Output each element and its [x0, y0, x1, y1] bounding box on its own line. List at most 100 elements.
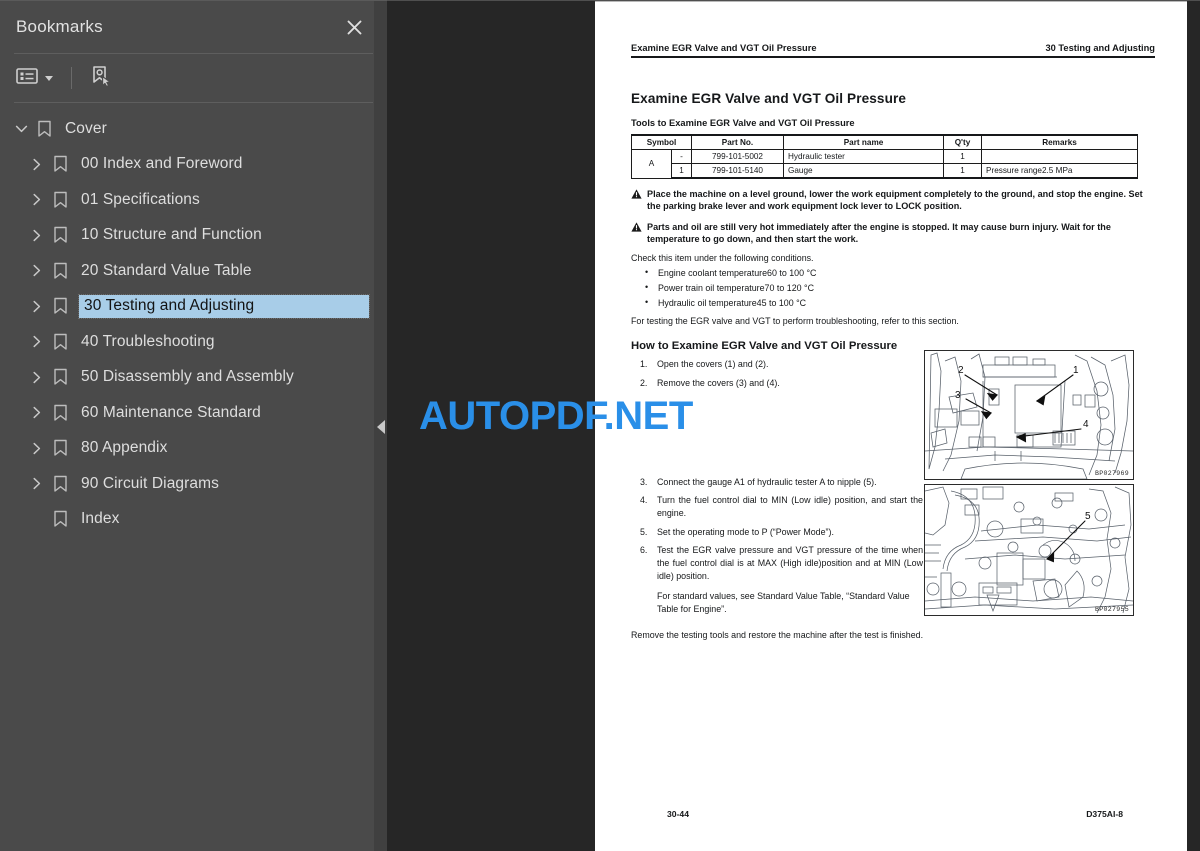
bookmark-item-80-appendix[interactable]: 80 Appendix [0, 431, 387, 467]
running-header-right: 30 Testing and Adjusting [1045, 43, 1155, 53]
chevron-right-icon[interactable] [26, 442, 48, 455]
conditions-note: For testing the EGR valve and VGT to per… [631, 316, 959, 327]
bookmark-icon [48, 510, 72, 528]
bookmarks-panel-title: Bookmarks [16, 17, 103, 36]
tools-table: Symbol Part No. Part name Q'ty Remarks A… [631, 134, 1138, 179]
column-header-qty: Q'ty [943, 134, 982, 150]
bookmark-icon [48, 333, 72, 351]
close-icon[interactable] [341, 14, 367, 40]
bookmark-item-10-structure-and-function[interactable]: 10 Structure and Function [0, 218, 387, 254]
svg-text:2: 2 [958, 365, 964, 376]
bookmark-item-label: 30 Testing and Adjusting [78, 293, 370, 319]
cell-qty: 1 [943, 149, 982, 164]
bookmark-icon [48, 226, 72, 244]
new-bookmark-button[interactable] [88, 61, 114, 96]
bookmark-item-90-circuit-diagrams[interactable]: 90 Circuit Diagrams [0, 466, 387, 502]
cell-index: 1 [671, 163, 692, 179]
bookmark-item-30-testing-and-adjusting[interactable]: 30 Testing and Adjusting [0, 289, 387, 325]
bookmark-item-label: 20 Standard Value Table [81, 261, 252, 279]
chevron-right-icon[interactable] [26, 300, 48, 313]
chevron-right-icon[interactable] [26, 371, 48, 384]
document-viewer[interactable]: Examine EGR Valve and VGT Oil Pressure 3… [387, 0, 1200, 851]
bookmark-item-label: Index [81, 510, 120, 528]
bookmark-item-00-index-and-foreword[interactable]: 00 Index and Foreword [0, 147, 387, 183]
warning-text-1: Place the machine on a level ground, low… [647, 189, 1143, 212]
condition-item: Hydraulic oil temperature45 to 100 °C [631, 297, 1155, 308]
egr-covers-location-figure: 2 3 1 4 BP027969 [924, 350, 1134, 480]
warning-text-2: Parts and oil are still very hot immedia… [647, 222, 1111, 245]
bookmark-item-50-disassembly-and-assembly[interactable]: 50 Disassembly and Assembly [0, 360, 387, 396]
chevron-right-icon[interactable] [26, 477, 48, 490]
step-6-substep: For standard values, see Standard Value … [657, 591, 910, 614]
condition-item: Engine coolant temperature60 to 100 °C [631, 267, 1155, 278]
steps-list: 1. Open the covers (1) and (2). 2. Remov… [631, 358, 923, 389]
chevron-down-icon [45, 75, 53, 81]
step-item: 4. Turn the fuel control dial to MIN (Lo… [631, 494, 923, 519]
chevron-right-icon[interactable] [26, 406, 48, 419]
bookmark-item-label: Cover [65, 119, 107, 137]
bookmark-options-button[interactable] [14, 63, 55, 94]
chevron-right-icon[interactable] [26, 264, 48, 277]
pdf-viewer-window: Bookmarks Cover 00 Index and Foreword 01… [0, 0, 1200, 851]
cell-qty: 1 [943, 163, 982, 179]
chevron-right-icon[interactable] [26, 229, 48, 242]
bookmark-item-20-standard-value-table[interactable]: 20 Standard Value Table [0, 253, 387, 289]
step-item: 5. Set the operating mode to P (“Power M… [631, 526, 923, 539]
step-text: Open the covers (1) and (2). [657, 359, 769, 370]
cell-index: - [671, 149, 692, 164]
bookmark-item-label: 90 Circuit Diagrams [81, 474, 219, 492]
step-number: 6. [640, 545, 648, 556]
bookmarks-toolbar [0, 54, 387, 102]
svg-text:4: 4 [1083, 419, 1089, 430]
cell-remarks: Pressure range2.5 MPa [981, 163, 1138, 179]
document-code: D375AI-8 [1086, 809, 1123, 819]
chevron-right-icon[interactable] [26, 193, 48, 206]
step-number: 4. [640, 495, 648, 506]
running-header-left: Examine EGR Valve and VGT Oil Pressure [631, 43, 817, 53]
collapse-panel-triangle-left-icon[interactable] [374, 1, 387, 851]
step-text: Set the operating mode to P (“Power Mode… [657, 526, 834, 537]
bookmark-icon [48, 297, 72, 315]
chevron-right-icon[interactable] [26, 335, 48, 348]
bookmark-icon [32, 120, 56, 138]
table-row: A -799-101-5002 Hydraulic tester 1 [631, 149, 1138, 179]
bookmarks-panel-header: Bookmarks [0, 1, 387, 53]
toolbar-divider [71, 67, 72, 89]
bookmark-options-list-icon [16, 67, 38, 90]
conditions-intro: Check this item under the following cond… [631, 253, 814, 264]
step-item: 1. Open the covers (1) and (2). [631, 358, 923, 371]
step-text: Turn the fuel control dial to MIN (Low i… [657, 495, 923, 518]
steps-list-continued: 3. Connect the gauge A1 of hydraulic tes… [631, 476, 923, 616]
warning-triangle-icon [631, 222, 642, 245]
bookmark-item-40-troubleshooting[interactable]: 40 Troubleshooting [0, 324, 387, 360]
running-header: Examine EGR Valve and VGT Oil Pressure 3… [631, 2, 1155, 53]
bookmark-item-label: 50 Disassembly and Assembly [81, 368, 294, 386]
bookmark-item-cover[interactable]: Cover [0, 111, 387, 147]
tools-table-body: A -799-101-5002 Hydraulic tester 1 1 799-101-… [631, 149, 1138, 179]
bookmark-item-01-specifications[interactable]: 01 Specifications [0, 182, 387, 218]
cell-part-name: Gauge [783, 163, 944, 179]
cell-part-no: 799-101-5002 [691, 149, 784, 164]
step-item: 2. Remove the covers (3) and (4). [631, 377, 923, 390]
step-item: 6. Test the EGR valve pressure and VGT p… [631, 544, 923, 582]
column-header-part-name: Part name [783, 134, 944, 150]
table-header-row: Symbol Part No. Part name Q'ty Remarks [631, 134, 1138, 150]
bookmark-item-label: 10 Structure and Function [81, 226, 262, 244]
bookmark-item-label: 40 Troubleshooting [81, 332, 215, 350]
bookmark-icon [48, 155, 72, 173]
cell-symbol: A [631, 149, 672, 179]
conditions-list: Engine coolant temperature60 to 100 °C Po… [631, 267, 1155, 308]
bookmark-item-label: 01 Specifications [81, 190, 200, 208]
bookmark-item-index[interactable]: Index [0, 502, 387, 538]
chevron-right-icon[interactable] [26, 158, 48, 171]
bookmark-item-60-maintenance-standard[interactable]: 60 Maintenance Standard [0, 395, 387, 431]
bookmark-icon [48, 404, 72, 422]
closing-line: Remove the testing tools and restore the… [631, 630, 924, 641]
warning-triangle-icon [631, 189, 642, 212]
page-title: Examine EGR Valve and VGT Oil Pressure [631, 91, 907, 106]
table-row: 1 799-101-5140 Gauge 1 Pressure range2.5 MPa [632, 163, 1138, 179]
step-number: 3. [640, 476, 648, 487]
cell-part-name: Hydraulic tester [783, 149, 944, 164]
chevron-down-icon[interactable] [10, 124, 32, 134]
tools-heading: Tools to Examine EGR Valve and VGT Oil P… [631, 118, 855, 128]
